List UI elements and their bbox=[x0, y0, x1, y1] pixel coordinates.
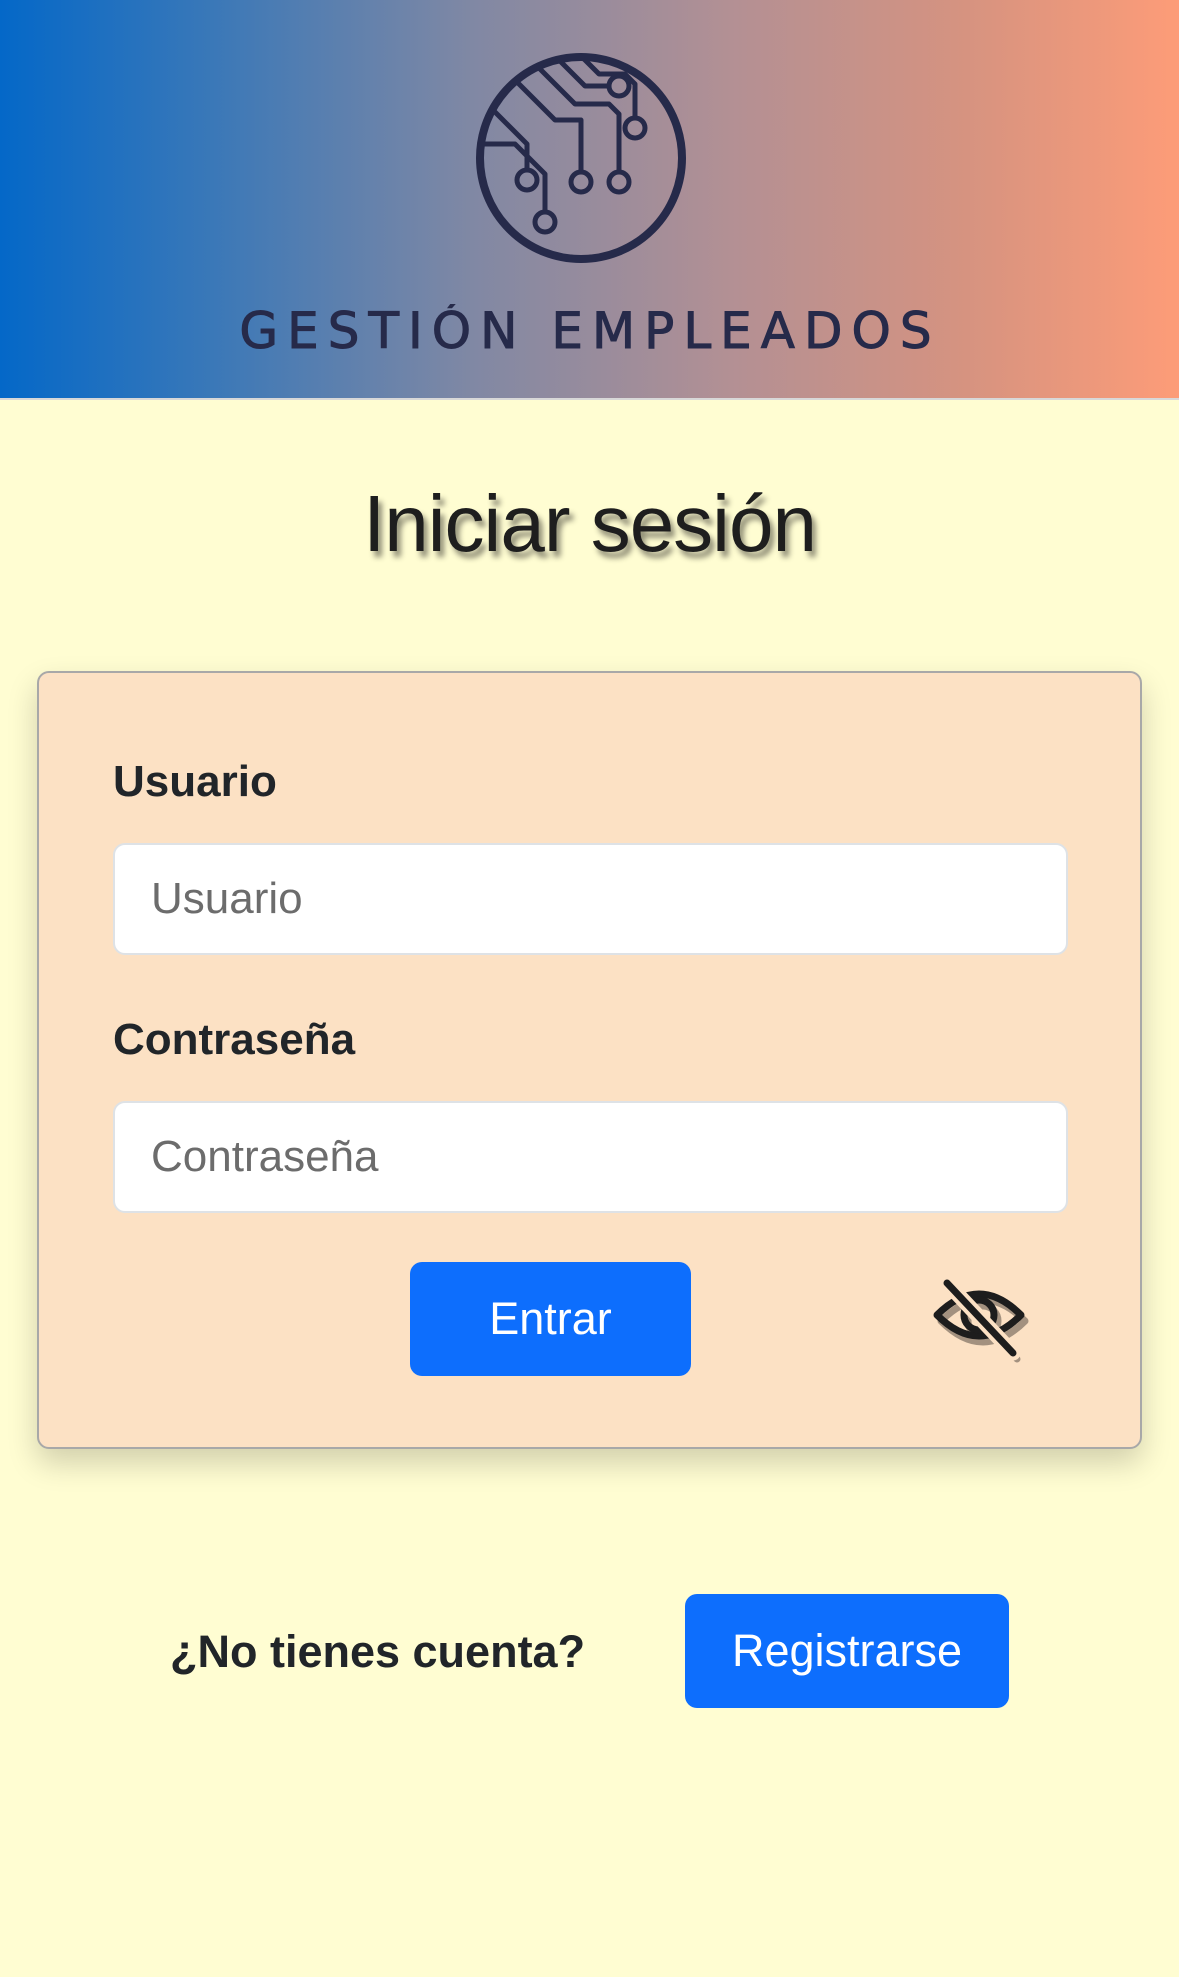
register-button[interactable]: Registrarse bbox=[685, 1594, 1009, 1708]
page-title: Iniciar sesión bbox=[363, 479, 817, 568]
login-button[interactable]: Entrar bbox=[410, 1262, 691, 1376]
password-input[interactable] bbox=[113, 1101, 1068, 1213]
brand-name: GESTIÓN EMPLEADOS bbox=[239, 304, 940, 354]
brand-wordmark-text: GESTIÓN EMPLEADOS bbox=[238, 304, 940, 354]
username-input[interactable] bbox=[113, 843, 1068, 955]
password-label: Contraseña bbox=[113, 1015, 356, 1064]
eye-slash-icon[interactable] bbox=[929, 1277, 1039, 1367]
login-form-card: Usuario Contraseña Entrar bbox=[37, 671, 1142, 1449]
signup-prompt: ¿No tienes cuenta? bbox=[170, 1626, 586, 1677]
username-label: Usuario bbox=[113, 757, 277, 806]
brand-wordmark: GESTIÓN EMPLEADOS bbox=[0, 304, 1179, 354]
app-header: GESTIÓN EMPLEADOS bbox=[0, 0, 1179, 400]
circuit-board-icon bbox=[476, 53, 686, 263]
